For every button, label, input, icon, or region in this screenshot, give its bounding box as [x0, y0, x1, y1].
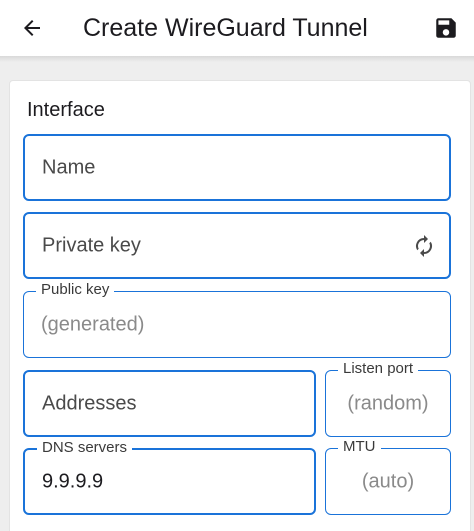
dns-servers-value: 9.9.9.9: [42, 470, 104, 492]
mtu-hint: (auto): [361, 470, 415, 492]
app-bar: Create WireGuard Tunnel: [0, 0, 474, 56]
section-title-interface: Interface: [27, 99, 105, 121]
refresh-icon: [416, 234, 432, 257]
mtu-field[interactable]: MTU (auto): [325, 438, 451, 515]
name-field[interactable]: Name: [23, 134, 451, 201]
addresses-placeholder: Addresses: [42, 392, 137, 414]
public-key-field[interactable]: Public key (generated): [23, 281, 451, 358]
public-key-label: Public key: [36, 281, 115, 299]
save-button[interactable]: [428, 10, 464, 46]
private-key-field[interactable]: Private key: [23, 212, 451, 279]
listen-port-hint: (random): [347, 392, 429, 414]
dns-servers-label: DNS servers: [37, 439, 133, 457]
page-title: Create WireGuard Tunnel: [83, 14, 368, 42]
addresses-field[interactable]: Addresses: [23, 370, 316, 437]
app-bar-shadow: [0, 56, 474, 62]
name-placeholder: Name: [42, 156, 96, 178]
generate-key-button[interactable]: [411, 233, 437, 259]
floppy-disk-icon: [436, 18, 456, 38]
back-button[interactable]: [14, 10, 50, 46]
arrow-left-icon: [24, 20, 40, 36]
dns-servers-field[interactable]: DNS servers 9.9.9.9: [23, 439, 316, 515]
listen-port-field[interactable]: Listen port (random): [325, 360, 451, 437]
private-key-placeholder: Private key: [42, 234, 141, 256]
mtu-label: MTU: [338, 438, 381, 456]
listen-port-label: Listen port: [338, 360, 419, 378]
public-key-hint: (generated): [41, 313, 145, 335]
